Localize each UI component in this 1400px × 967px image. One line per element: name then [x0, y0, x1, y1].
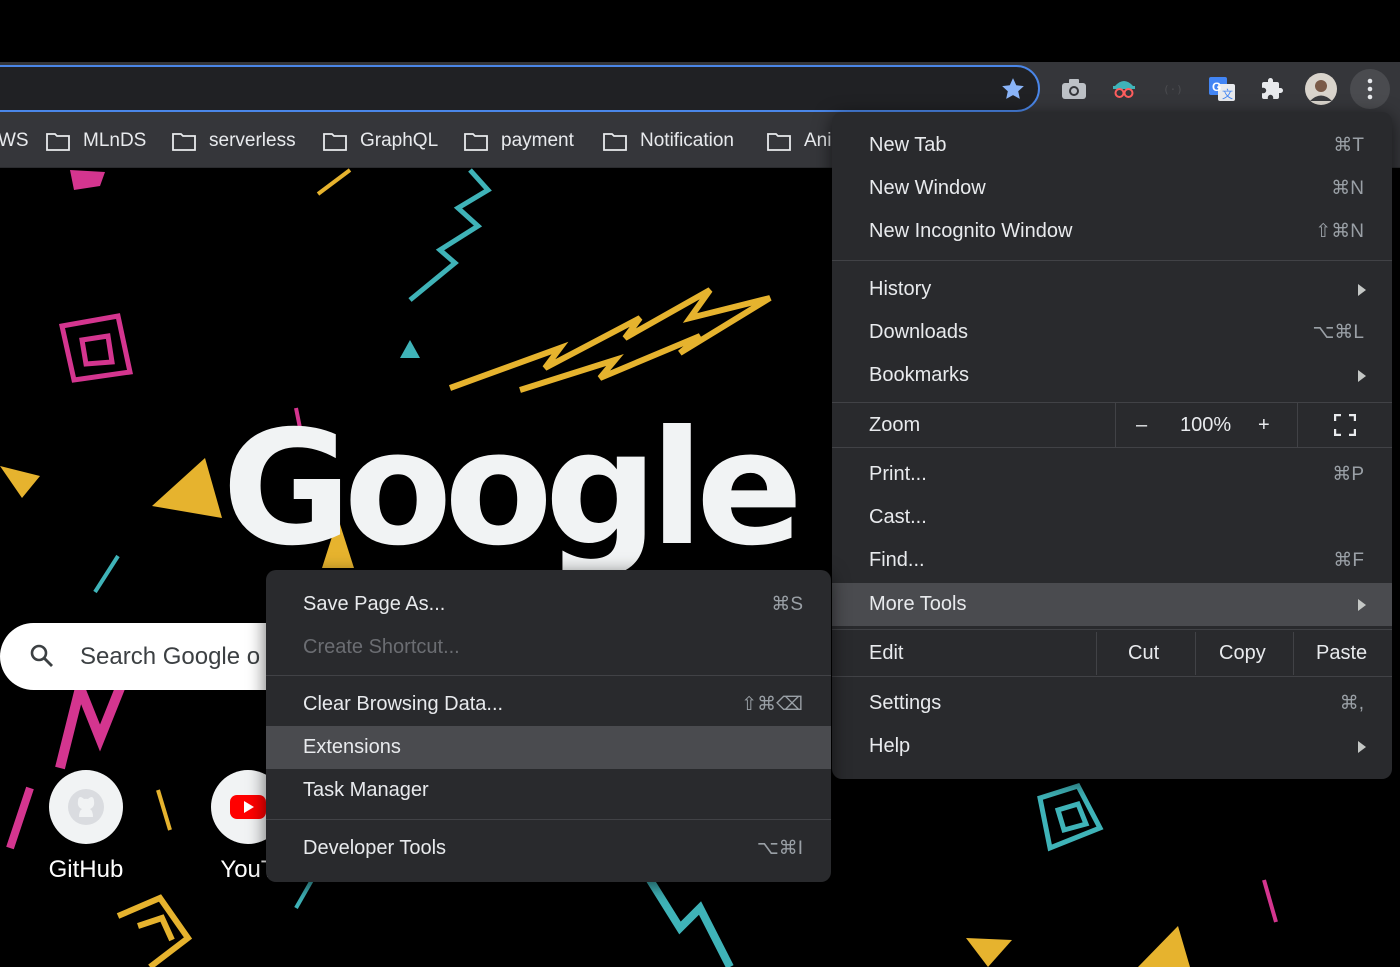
folder-icon [464, 133, 488, 151]
bookmark-star-icon[interactable] [1000, 76, 1026, 102]
pink-stroke [6, 786, 34, 850]
bookmark-folder-notification[interactable]: Notification [603, 130, 734, 152]
search-icon [30, 644, 53, 667]
teal-stroke-bottom [294, 879, 314, 909]
kebab-menu-icon[interactable] [1350, 69, 1390, 109]
menu-item-create-shortcut: Create Shortcut... [303, 636, 460, 658]
browser-toolbar [0, 62, 1400, 118]
yellow-shape-left [0, 466, 40, 498]
submenu-arrow-icon [1358, 740, 1366, 753]
submenu-arrow-icon [1358, 369, 1366, 382]
bookmark-folder-ws[interactable]: WS [0, 130, 29, 152]
menu-item-help[interactable]: Help [832, 725, 1392, 768]
yellow-shape-bottom [966, 938, 1012, 967]
placeholder-extension-icon[interactable]: (·) [1158, 73, 1188, 105]
zoom-in-button[interactable]: + [1258, 414, 1270, 437]
svg-text:文: 文 [1222, 87, 1233, 101]
menu-item-developer-tools[interactable]: Developer Tools ⌥⌘I [266, 827, 831, 870]
menu-item-settings[interactable]: Settings ⌘, [832, 682, 1392, 725]
zoom-divider [1297, 403, 1298, 447]
search-placeholder: Search Google o [80, 643, 261, 670]
window-top-bar [0, 0, 1400, 62]
zoom-out-button[interactable]: – [1136, 414, 1147, 437]
menu-separator [266, 675, 831, 676]
folder-icon [603, 133, 627, 151]
submenu-arrow-icon [1358, 598, 1366, 611]
teal-lightning [408, 168, 492, 302]
fullscreen-icon[interactable] [1334, 414, 1356, 436]
pink-zigzag [55, 671, 125, 770]
yellow-line [316, 168, 352, 196]
menu-item-clear-browsing-data[interactable]: Clear Browsing Data... ⇧⌘⌫ [266, 683, 831, 726]
pink-spiral [58, 313, 134, 383]
camera-icon[interactable] [1059, 73, 1089, 105]
menu-item-save-page-as[interactable]: Save Page As... ⌘S [266, 583, 831, 626]
menu-separator [832, 676, 1392, 677]
bookmark-folder-mlnds[interactable]: MLnDS [46, 130, 146, 152]
bookmark-folder-serverless[interactable]: serverless [172, 130, 296, 152]
folder-icon [46, 133, 70, 151]
cut-button[interactable]: Cut [1128, 642, 1159, 665]
menu-item-history[interactable]: History [832, 268, 1392, 311]
menu-item-bookmarks[interactable]: Bookmarks [832, 354, 1392, 397]
svg-text:G: G [1212, 80, 1221, 94]
yellow-lightning [448, 287, 772, 393]
menu-separator [832, 260, 1392, 261]
menu-item-find[interactable]: Find... ⌘F [832, 539, 1392, 582]
menu-item-cast[interactable]: Cast... [832, 496, 1392, 539]
teal-lightning-bottom [646, 877, 734, 967]
menu-item-new-incognito-window[interactable]: New Incognito Window ⇧⌘N [832, 210, 1392, 253]
github-icon [49, 770, 123, 844]
shortcut-label: GitHub [48, 856, 124, 883]
menu-item-zoom: Zoom – 100% + [832, 403, 1392, 447]
pink-stroke-right [1262, 879, 1278, 923]
bookmark-folder-ani[interactable]: Ani [767, 130, 831, 152]
menu-item-downloads[interactable]: Downloads ⌥⌘L [832, 311, 1392, 354]
yellow-stroke [156, 789, 172, 831]
pink-shape [70, 170, 105, 190]
folder-icon [323, 133, 347, 151]
bookmark-folder-payment[interactable]: payment [464, 130, 574, 152]
puzzle-icon[interactable] [1257, 73, 1287, 105]
more-tools-submenu: Save Page As... ⌘S Create Shortcut... Cle… [266, 570, 831, 882]
chrome-main-menu: New Tab ⌘T New Window ⌘N New Incognito Win… [832, 112, 1392, 779]
menu-item-more-tools[interactable]: More Tools [832, 583, 1392, 626]
google-logo: Google [222, 397, 803, 581]
shortcut-github[interactable]: GitHub [42, 770, 130, 884]
zoom-divider [1115, 403, 1116, 447]
yellow-triangle-bottom [1138, 926, 1190, 967]
zoom-level: 100% [1180, 413, 1232, 436]
teal-line [93, 554, 120, 594]
bookmark-folder-graphql[interactable]: GraphQL [323, 130, 438, 152]
teal-spiral [1037, 782, 1104, 852]
menu-separator [266, 819, 831, 820]
copy-button[interactable]: Copy [1219, 642, 1266, 665]
edit-divider [1096, 632, 1097, 675]
search-box[interactable]: Search Google o [0, 623, 300, 690]
address-bar[interactable] [0, 65, 1040, 112]
menu-item-print[interactable]: Print... ⌘P [832, 453, 1392, 496]
folder-icon [172, 133, 196, 151]
menu-separator [832, 629, 1392, 630]
menu-item-edit: Edit Cut Copy Paste [869, 642, 1368, 665]
folder-icon [767, 133, 791, 151]
teal-triangle [400, 340, 420, 358]
spy-extension-icon[interactable] [1109, 73, 1139, 105]
submenu-arrow-icon [1358, 283, 1366, 296]
yellow-spiral [116, 894, 193, 967]
paste-button[interactable]: Paste [1316, 642, 1367, 665]
edit-divider [1293, 632, 1294, 675]
yellow-triangle [152, 458, 222, 518]
edit-divider [1195, 632, 1196, 675]
menu-separator [832, 447, 1392, 448]
menu-item-new-window[interactable]: New Window ⌘N [832, 167, 1392, 210]
menu-item-new-tab[interactable]: New Tab ⌘T [832, 124, 1392, 167]
menu-item-task-manager[interactable]: Task Manager [266, 769, 831, 812]
svg-text:(·): (·) [1163, 83, 1183, 96]
menu-item-extensions[interactable]: Extensions [266, 726, 831, 769]
google-translate-icon[interactable]: G文 [1207, 73, 1237, 105]
profile-avatar[interactable] [1304, 73, 1338, 105]
